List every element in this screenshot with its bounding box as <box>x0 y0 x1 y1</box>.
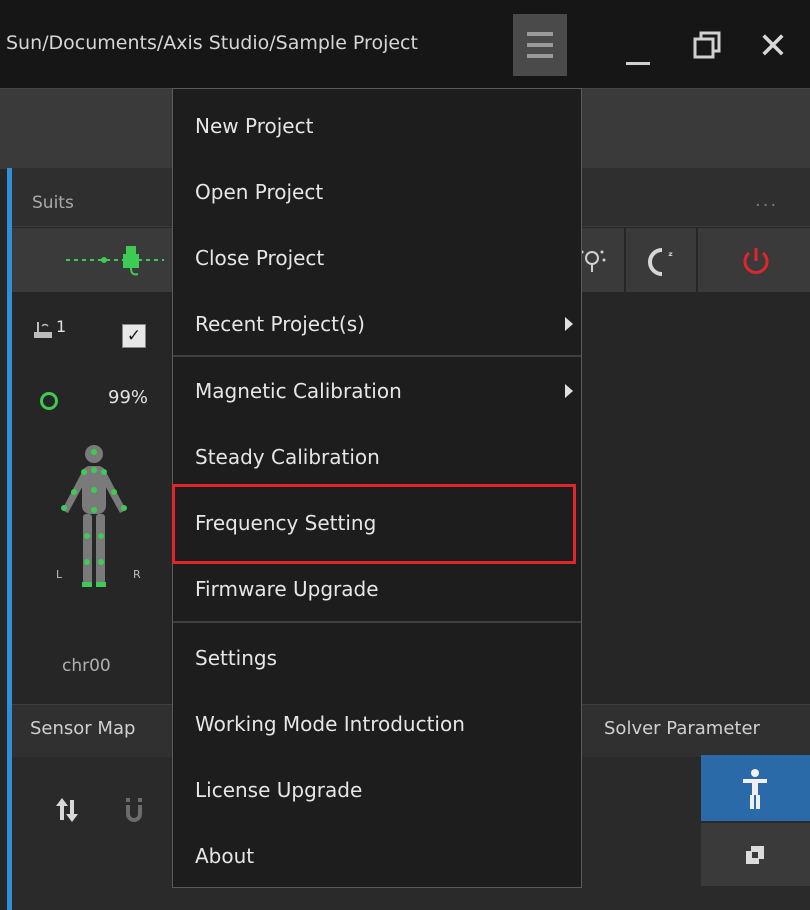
menu-item-new-project[interactable]: New Project <box>173 93 581 159</box>
menu-separator <box>173 621 581 623</box>
menu-item-working-mode-introduction[interactable]: Working Mode Introduction <box>173 691 581 757</box>
hamburger-icon-bar <box>527 43 553 47</box>
menu-item-label: New Project <box>195 114 314 138</box>
grid-pattern-icon <box>746 846 764 864</box>
suit-enable-checkbox[interactable]: ✓ <box>122 324 146 348</box>
sleep-z-glyph: ᶻ <box>668 249 673 263</box>
minimize-button[interactable] <box>622 20 658 65</box>
lightbulb-icon[interactable] <box>578 244 608 276</box>
character-name: chr00 <box>62 656 111 676</box>
menu-item-label: Close Project <box>195 246 325 270</box>
avatar-body-icon <box>61 445 127 587</box>
highlight-box <box>172 484 576 564</box>
receiver-icon <box>34 322 52 338</box>
toolbar-separator <box>696 228 698 292</box>
menu-separator <box>173 355 581 357</box>
battery-level: 99% <box>108 387 149 408</box>
hamburger-icon-bar <box>527 54 553 58</box>
menu-item-label: Settings <box>195 646 278 670</box>
menu-item-about[interactable]: About <box>173 823 581 889</box>
minimize-icon <box>626 62 650 65</box>
power-icon[interactable] <box>738 244 774 280</box>
project-path: Sun/Documents/Axis Studio/Sample Project <box>6 32 418 54</box>
menu-item-recent-projects[interactable]: Recent Project(s) <box>173 291 581 357</box>
menu-item-label: Magnetic Calibration <box>195 379 402 403</box>
menu-item-license-upgrade[interactable]: License Upgrade <box>173 757 581 823</box>
menu-item-magnetic-calibration[interactable]: Magnetic Calibration <box>173 358 581 424</box>
hamburger-icon <box>527 32 553 36</box>
right-side-label: R <box>133 568 141 581</box>
menu-item-label: Open Project <box>195 180 324 204</box>
usb-icon[interactable] <box>60 240 172 280</box>
menu-item-label: Recent Project(s) <box>195 312 365 336</box>
sleep-icon[interactable]: ᶻ <box>644 244 684 278</box>
restore-button[interactable] <box>688 26 728 66</box>
menu-item-label: Working Mode Introduction <box>195 712 465 736</box>
magnet-icon[interactable] <box>122 796 146 824</box>
main-menu-button[interactable] <box>513 14 567 76</box>
menu-item-settings[interactable]: Settings <box>173 625 581 691</box>
menu-item-steady-calibration[interactable]: Steady Calibration <box>173 424 581 490</box>
human-figure-icon <box>743 769 767 809</box>
submenu-arrow-icon <box>565 317 573 331</box>
tab-solver-parameter[interactable]: Solver Parameter <box>604 718 760 739</box>
suits-title: Suits <box>32 193 74 213</box>
menu-item-label: License Upgrade <box>195 778 363 802</box>
menu-item-label: Firmware Upgrade <box>195 577 379 601</box>
solver-body-mode-button[interactable] <box>701 755 810 821</box>
toolbar-separator <box>624 228 626 292</box>
submenu-arrow-icon <box>565 384 573 398</box>
left-side-label: L <box>56 568 63 581</box>
menu-item-label: Steady Calibration <box>195 445 380 469</box>
menu-item-label: About <box>195 844 255 868</box>
more-options-button[interactable]: ... <box>755 190 778 211</box>
solver-grid-mode-button[interactable] <box>701 823 810 886</box>
receiver-index: 1 <box>56 317 67 336</box>
close-button[interactable]: ✕ <box>748 22 798 72</box>
restore-icon <box>693 31 721 59</box>
tab-sensor-map[interactable]: Sensor Map <box>30 718 135 739</box>
connection-status-icon <box>40 392 58 410</box>
menu-item-close-project[interactable]: Close Project <box>173 225 581 291</box>
menu-item-firmware-upgrade[interactable]: Firmware Upgrade <box>173 556 581 622</box>
menu-item-open-project[interactable]: Open Project <box>173 159 581 225</box>
swap-arrows-icon[interactable] <box>52 796 80 824</box>
